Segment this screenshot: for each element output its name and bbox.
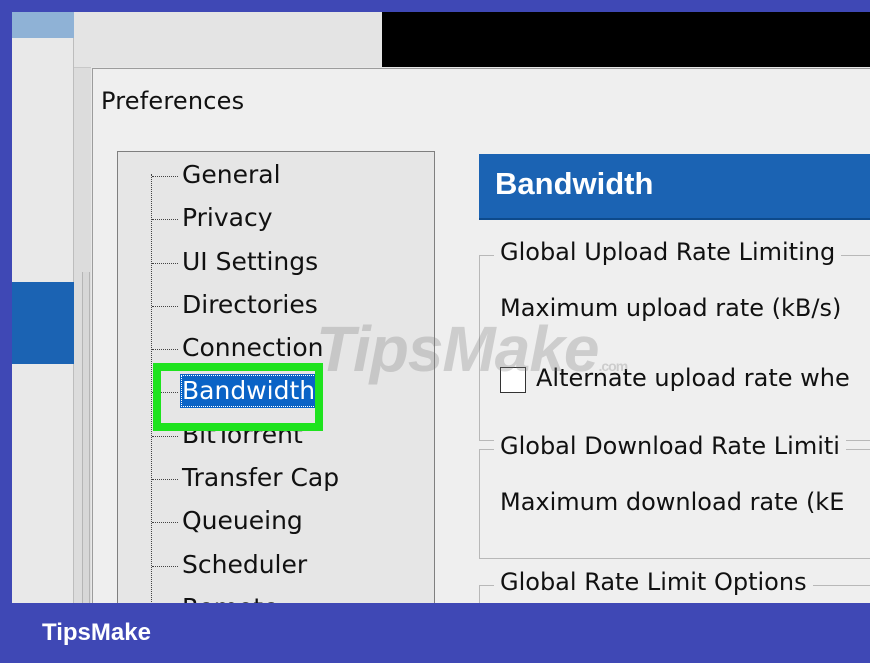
tree-item-label: Transfer Cap <box>182 463 340 492</box>
tree-item-label: Directories <box>182 290 318 319</box>
tree-item-transfer-cap[interactable]: Transfer Cap <box>152 461 341 495</box>
background-sidebar-selection <box>12 282 74 364</box>
background-app-sidebar <box>12 12 74 603</box>
tree-branch-dots <box>152 175 178 177</box>
tree-branch-dots <box>152 565 178 567</box>
screen-area: Preferences General Privacy UI Settings … <box>12 12 870 603</box>
background-app-rail <box>82 272 90 603</box>
bandwidth-highlight-box <box>153 363 323 431</box>
download-group-title: Global Download Rate Limiti <box>494 432 846 460</box>
watermark-text: TipsMake <box>316 313 599 385</box>
background-app-dark-area <box>382 12 870 68</box>
background-app-toolbar <box>74 12 382 68</box>
tree-item-privacy[interactable]: Privacy <box>152 201 275 235</box>
tree-branch-dots <box>152 348 178 350</box>
tree-item-label: General <box>182 160 281 189</box>
tree-branch-dots <box>152 521 178 523</box>
tree-item-directories[interactable]: Directories <box>152 288 320 322</box>
tree-branch-dots <box>152 218 178 220</box>
panel-header: Bandwidth <box>479 154 870 220</box>
tree-item-general[interactable]: General <box>152 158 283 192</box>
tree-branch-dots <box>152 262 178 264</box>
tree-item-label: Privacy <box>182 203 273 232</box>
footer-brand: TipsMake <box>42 619 151 646</box>
tree-branch-dots <box>152 305 178 307</box>
tree-branch-dots <box>152 478 178 480</box>
tree-item-label: Scheduler <box>182 550 308 579</box>
tree-item-queueing[interactable]: Queueing <box>152 504 305 538</box>
background-sidebar-top-strip <box>12 12 74 38</box>
tree-item-label: Queueing <box>182 506 303 535</box>
tree-branch-dots <box>152 435 178 437</box>
upload-group-title: Global Upload Rate Limiting <box>494 238 842 266</box>
tree-item-ui-settings[interactable]: UI Settings <box>152 245 320 279</box>
watermark-suffix: .com <box>598 358 629 374</box>
dialog-title: Preferences <box>101 87 245 115</box>
tree-item-scheduler[interactable]: Scheduler <box>152 548 309 582</box>
max-download-rate-label: Maximum download rate (kE <box>500 488 845 516</box>
rate-limit-options-group: Global Rate Limit Options <box>479 568 870 603</box>
download-rate-group: Global Download Rate Limiti Maximum down… <box>479 432 870 559</box>
tree-item-connection[interactable]: Connection <box>152 331 325 365</box>
tree-item-label: Remote <box>180 591 280 603</box>
tree-item-label: UI Settings <box>182 247 319 276</box>
footer-bar: TipsMake <box>0 603 870 663</box>
watermark: TipsMake.com <box>316 312 629 386</box>
tree-item-remote[interactable]: Remote <box>152 591 280 603</box>
options-group-title: Global Rate Limit Options <box>494 568 813 596</box>
tree-item-label: Connection <box>182 333 324 362</box>
panel-header-title: Bandwidth <box>495 166 654 201</box>
